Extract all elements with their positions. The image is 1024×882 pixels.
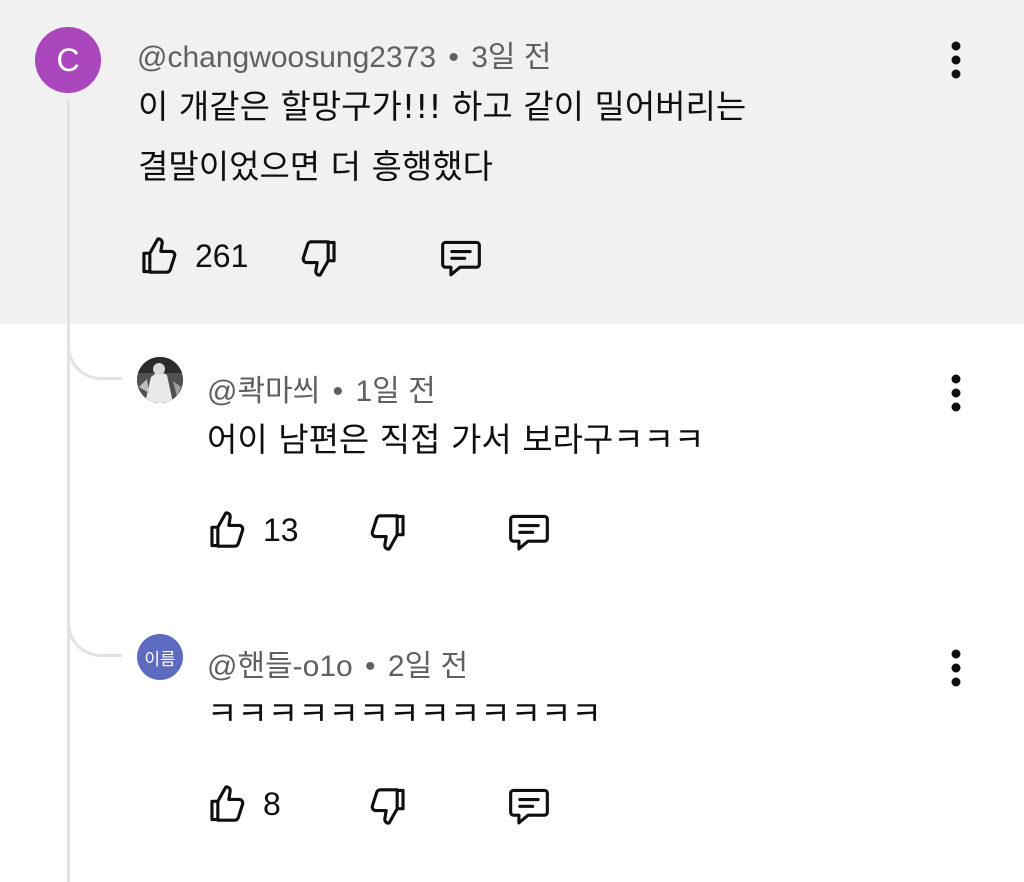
author-name[interactable]: @콱마씌 bbox=[207, 375, 320, 408]
dislike-button[interactable] bbox=[366, 510, 410, 554]
like-button[interactable]: 8 bbox=[205, 782, 281, 826]
meta-separator: • bbox=[332, 375, 344, 408]
thread-line bbox=[67, 100, 70, 882]
comment-text-line: 이 개같은 할망구가!!! 하고 같이 밀어버리는 bbox=[138, 87, 747, 126]
more-vertical-icon[interactable] bbox=[938, 646, 974, 690]
more-vertical-icon[interactable] bbox=[938, 38, 974, 82]
comment-time: 3일 전 bbox=[471, 41, 552, 74]
thumbs-up-icon bbox=[205, 508, 249, 552]
thumbs-down-icon bbox=[366, 784, 410, 828]
comment-meta: @changwoosung2373 • 3일 전 bbox=[137, 32, 551, 76]
comment-meta: @콱마씌 • 1일 전 bbox=[207, 366, 436, 410]
reply-connector bbox=[67, 340, 122, 380]
dislike-button[interactable] bbox=[366, 784, 410, 828]
comment-time: 1일 전 bbox=[355, 375, 436, 408]
more-vertical-icon[interactable] bbox=[938, 371, 974, 415]
author-name[interactable]: @핸들-o1o bbox=[207, 650, 353, 683]
comment-meta: @핸들-o1o • 2일 전 bbox=[207, 641, 468, 685]
reply-button[interactable] bbox=[437, 236, 485, 280]
thumbs-up-icon bbox=[205, 782, 249, 826]
like-button[interactable]: 13 bbox=[205, 508, 299, 552]
comment-time: 2일 전 bbox=[387, 650, 469, 683]
thumbs-down-icon bbox=[297, 236, 341, 280]
comment-text-line: 어이 남편은 직접 가서 보라구ㅋㅋㅋ bbox=[207, 420, 705, 459]
meta-separator: • bbox=[448, 41, 459, 74]
comment-text-line: 결말이었으면 더 흥행했다 bbox=[138, 147, 493, 186]
thumbs-up-icon bbox=[137, 234, 181, 278]
reply-comment-icon bbox=[505, 510, 553, 554]
avatar[interactable] bbox=[137, 357, 183, 403]
thumbs-down-icon bbox=[366, 510, 410, 554]
avatar[interactable]: C bbox=[35, 27, 101, 93]
like-button[interactable]: 261 bbox=[137, 234, 248, 278]
comment-text-line: ㅋㅋㅋㅋㅋㅋㅋㅋㅋㅋㅋㅋㅋ bbox=[207, 694, 602, 733]
like-count: 8 bbox=[263, 785, 281, 822]
reply-comment-icon bbox=[437, 236, 485, 280]
reply-comment-icon bbox=[505, 784, 553, 828]
author-name[interactable]: @changwoosung2373 bbox=[137, 41, 436, 74]
reply-button[interactable] bbox=[505, 510, 553, 554]
like-count: 261 bbox=[195, 237, 249, 274]
reply-connector bbox=[67, 617, 122, 657]
reply-button[interactable] bbox=[505, 784, 553, 828]
meta-separator: • bbox=[365, 650, 376, 683]
dislike-button[interactable] bbox=[297, 236, 341, 280]
like-count: 13 bbox=[263, 511, 299, 548]
avatar[interactable]: 이름 bbox=[137, 634, 183, 680]
